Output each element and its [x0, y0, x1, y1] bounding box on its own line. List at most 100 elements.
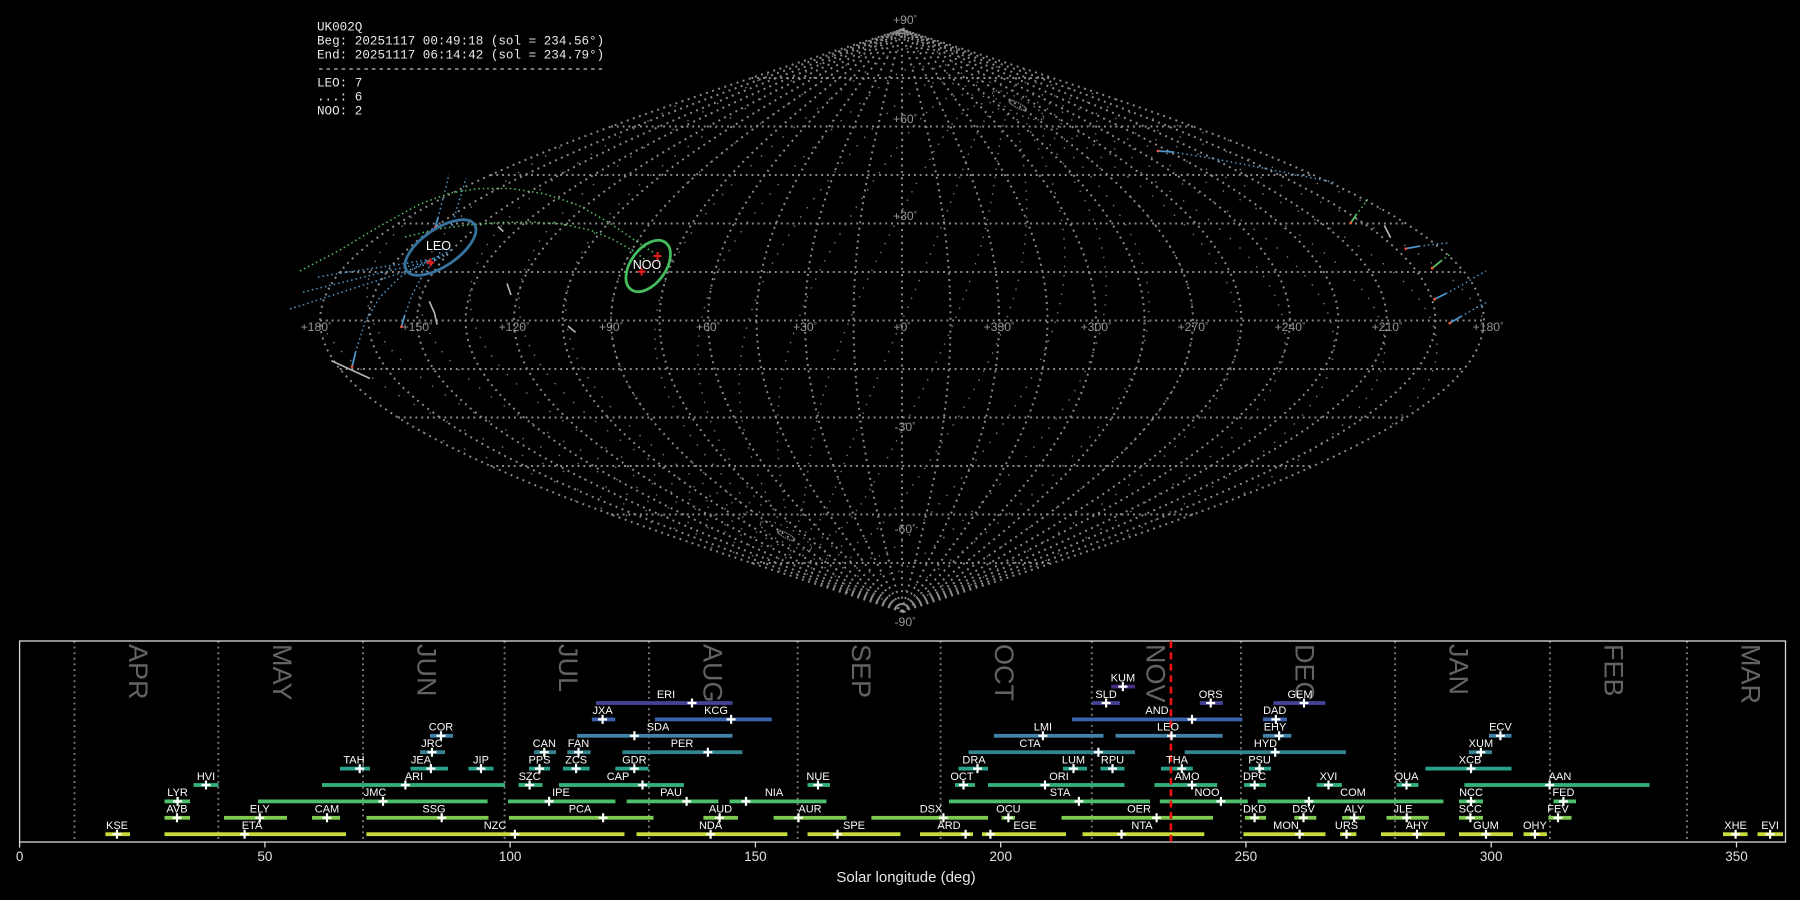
svg-text:AHY: AHY — [1406, 820, 1429, 832]
svg-text:XVI: XVI — [1320, 771, 1338, 783]
svg-text:FAN: FAN — [568, 738, 589, 750]
svg-text:XHE: XHE — [1724, 820, 1747, 832]
svg-text:NOO: NOO — [1194, 787, 1220, 799]
svg-text:End: 20251117 06:14:42 (sol =: End: 20251117 06:14:42 (sol = 234.79°) — [317, 49, 604, 63]
svg-text:CAM: CAM — [315, 804, 339, 816]
svg-text:200: 200 — [989, 849, 1012, 864]
svg-text:NIA: NIA — [765, 787, 784, 799]
svg-text:OCT: OCT — [989, 644, 1019, 701]
svg-text:NCC: NCC — [1459, 787, 1483, 799]
svg-text:50: 50 — [257, 849, 272, 864]
svg-text:ZCS: ZCS — [565, 754, 587, 766]
svg-text:0: 0 — [16, 849, 24, 864]
svg-text:JXA: JXA — [593, 705, 614, 717]
svg-text:Solar longitude (deg): Solar longitude (deg) — [836, 869, 975, 886]
svg-text:AMO: AMO — [1174, 771, 1200, 783]
svg-text:+240°: +240° — [1275, 320, 1306, 334]
svg-text:+60°: +60° — [696, 320, 720, 334]
svg-text:CTA: CTA — [1019, 738, 1041, 750]
svg-text:+150°: +150° — [402, 320, 433, 334]
svg-text:PSU: PSU — [1248, 754, 1271, 766]
svg-text:100: 100 — [499, 849, 522, 864]
svg-text:...: 6: ...: 6 — [317, 91, 362, 105]
svg-text:AUG: AUG — [697, 644, 727, 703]
svg-text:JEA: JEA — [411, 754, 432, 766]
svg-text:+90°: +90° — [599, 320, 623, 334]
svg-text:AND: AND — [1145, 705, 1168, 717]
svg-text:OCT: OCT — [950, 771, 974, 783]
svg-text:AUR: AUR — [798, 804, 821, 816]
svg-text:KSE: KSE — [106, 820, 128, 832]
svg-text:FEB: FEB — [1599, 644, 1629, 697]
svg-text:XCB: XCB — [1459, 754, 1482, 766]
svg-text:CAN: CAN — [533, 738, 556, 750]
svg-text:LUM: LUM — [1062, 754, 1085, 766]
svg-text:+180°: +180° — [1473, 320, 1504, 334]
svg-text:LYR: LYR — [167, 787, 188, 799]
svg-text:NOO: 2: NOO: 2 — [317, 105, 362, 119]
svg-text:STA: STA — [1050, 787, 1071, 799]
svg-text:RPU: RPU — [1101, 754, 1124, 766]
svg-text:DPC: DPC — [1243, 771, 1266, 783]
svg-text:DSX: DSX — [920, 804, 943, 816]
svg-text:LEO: LEO — [426, 239, 451, 253]
svg-text:GDR: GDR — [622, 754, 647, 766]
svg-text:OHY: OHY — [1523, 820, 1548, 832]
svg-text:OCU: OCU — [996, 804, 1021, 816]
svg-text:JMC: JMC — [364, 787, 387, 799]
svg-text:XUM: XUM — [1469, 738, 1493, 750]
svg-text:ALY: ALY — [1344, 804, 1365, 816]
svg-text:+60°: +60° — [893, 112, 917, 126]
svg-text:150: 150 — [744, 849, 767, 864]
svg-text:TAH: TAH — [343, 754, 364, 766]
svg-text:ERI: ERI — [657, 689, 675, 701]
svg-text:FEV: FEV — [1547, 804, 1569, 816]
svg-text:EVI: EVI — [1761, 820, 1779, 832]
svg-text:Beg: 20251117 00:49:18 (sol =: Beg: 20251117 00:49:18 (sol = 234.56°) — [317, 35, 604, 49]
svg-text:MON: MON — [1273, 820, 1299, 832]
svg-text:COM: COM — [1340, 787, 1366, 799]
svg-text:NUE: NUE — [806, 771, 829, 783]
svg-text:QUA: QUA — [1395, 771, 1420, 783]
svg-text:ARD: ARD — [937, 820, 960, 832]
svg-text:JLE: JLE — [1394, 804, 1413, 816]
svg-text:ARI: ARI — [405, 771, 423, 783]
svg-text:NZC: NZC — [484, 820, 507, 832]
svg-text:LEO: LEO — [1157, 722, 1179, 734]
svg-text:JUL: JUL — [553, 644, 583, 692]
svg-text:+120°: +120° — [499, 320, 530, 334]
svg-text:PPS: PPS — [528, 754, 550, 766]
svg-text:COR: COR — [429, 722, 454, 734]
svg-text:UK002Q: UK002Q — [317, 21, 362, 35]
svg-text:EHY: EHY — [1264, 722, 1287, 734]
svg-text:THA: THA — [1166, 754, 1189, 766]
svg-text:MAY: MAY — [267, 644, 297, 701]
svg-text:+330°: +330° — [984, 320, 1015, 334]
svg-text:EGE: EGE — [1013, 820, 1036, 832]
svg-text:PCA: PCA — [569, 804, 592, 816]
svg-text:SZC: SZC — [519, 771, 541, 783]
svg-text:URS: URS — [1335, 820, 1358, 832]
svg-text:ETA: ETA — [242, 820, 263, 832]
svg-text:NOV: NOV — [1140, 644, 1170, 703]
svg-text:FED: FED — [1552, 787, 1574, 799]
svg-text:NTA: NTA — [1131, 820, 1153, 832]
svg-text:350: 350 — [1725, 849, 1748, 864]
svg-text:HYD: HYD — [1254, 738, 1277, 750]
svg-text:250: 250 — [1235, 849, 1258, 864]
svg-text:+180°: +180° — [301, 320, 332, 334]
svg-text:JRC: JRC — [421, 738, 442, 750]
svg-text:ECV: ECV — [1489, 722, 1512, 734]
svg-text:PAU: PAU — [660, 787, 682, 799]
svg-text:HVI: HVI — [197, 771, 215, 783]
svg-text:LMI: LMI — [1034, 722, 1052, 734]
svg-text:OER: OER — [1127, 804, 1151, 816]
svg-text:AAN: AAN — [1549, 771, 1572, 783]
svg-text:------------------------------: -------------------------------------- — [317, 63, 604, 77]
svg-text:DSV: DSV — [1292, 804, 1315, 816]
svg-text:ORI: ORI — [1049, 771, 1069, 783]
svg-text:KCG: KCG — [704, 705, 728, 717]
svg-text:JIP: JIP — [473, 754, 489, 766]
svg-text:+270°: +270° — [1178, 320, 1209, 334]
svg-text:ORS: ORS — [1199, 689, 1223, 701]
